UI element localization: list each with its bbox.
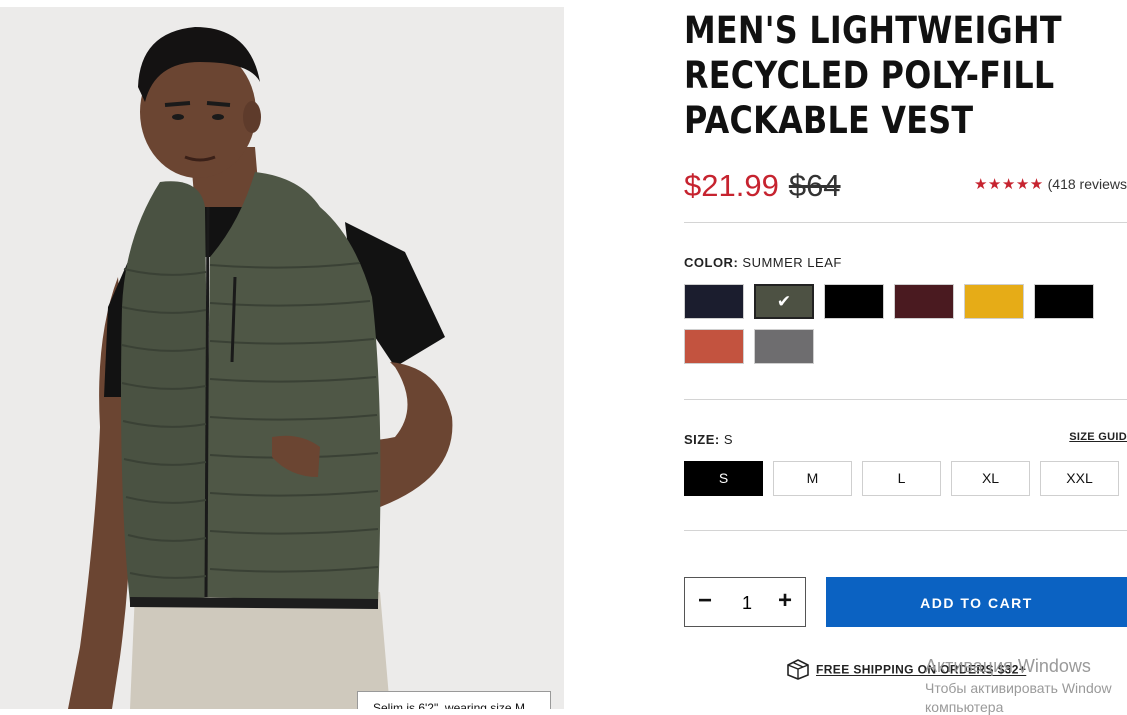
color-swatch-rust[interactable] xyxy=(684,329,744,364)
color-swatch-black[interactable] xyxy=(824,284,884,319)
color-swatch-navy[interactable] xyxy=(684,284,744,319)
size-option-s[interactable]: S xyxy=(684,461,763,496)
product-title-line-1: MEN'S LIGHTWEIGHT xyxy=(684,9,1062,52)
size-option-xl[interactable]: XL xyxy=(951,461,1030,496)
quantity-input[interactable] xyxy=(725,586,769,620)
free-shipping-banner: FREE SHIPPING ON ORDERS $32+ xyxy=(786,658,1026,683)
size-guide-link[interactable]: SIZE GUID xyxy=(1069,431,1127,443)
product-title-line-3: PACKABLE VEST xyxy=(684,99,974,142)
price: $21.99 $64 xyxy=(684,168,841,204)
rating[interactable]: ★★★★★ (418 reviews xyxy=(974,175,1127,193)
size-option-l[interactable]: L xyxy=(862,461,941,496)
selected-size: S xyxy=(723,432,734,447)
color-swatch-yellow[interactable] xyxy=(964,284,1024,319)
selected-color-name: SUMMER LEAF xyxy=(742,255,842,270)
size-option-m[interactable]: M xyxy=(773,461,852,496)
color-label-title: COLOR: xyxy=(684,255,739,270)
decrease-quantity-button[interactable]: − xyxy=(685,578,725,626)
sale-price: $21.99 xyxy=(684,168,779,203)
divider xyxy=(684,399,1127,400)
size-option-xxl[interactable]: XXL xyxy=(1040,461,1119,496)
add-to-cart-button[interactable]: ADD TO CART xyxy=(826,577,1127,627)
product-image[interactable]: Selim is 6'2", wearing size M xyxy=(0,7,564,709)
color-swatch-burgundy[interactable] xyxy=(894,284,954,319)
size-label-title: SIZE: xyxy=(684,432,720,447)
color-swatch-summer-leaf[interactable]: ✔ xyxy=(754,284,814,319)
box-icon xyxy=(786,658,810,683)
increase-quantity-button[interactable]: + xyxy=(765,578,805,626)
star-rating-icon: ★★★★★ xyxy=(973,176,1044,193)
product-title-line-2: RECYCLED POLY-FILL xyxy=(684,54,1055,97)
size-label: SIZE: S xyxy=(684,432,733,447)
watermark-line-3: компьютера xyxy=(925,699,1004,715)
product-title: MEN'S LIGHTWEIGHT RECYCLED POLY-FILL PAC… xyxy=(684,8,1062,143)
divider xyxy=(684,222,1127,223)
free-shipping-link[interactable]: FREE SHIPPING ON ORDERS $32+ xyxy=(816,663,1026,677)
color-swatch-black-2[interactable] xyxy=(1034,284,1094,319)
color-label: COLOR: SUMMER LEAF xyxy=(684,255,842,270)
color-swatch-gray[interactable] xyxy=(754,329,814,364)
check-icon: ✔ xyxy=(776,292,792,311)
review-count-link[interactable]: (418 reviews xyxy=(1048,176,1127,192)
model-size-caption: Selim is 6'2", wearing size M xyxy=(357,691,551,709)
model-photo xyxy=(0,7,564,709)
quantity-stepper: − + xyxy=(684,577,806,627)
divider xyxy=(684,530,1127,531)
original-price: $64 xyxy=(788,168,841,203)
